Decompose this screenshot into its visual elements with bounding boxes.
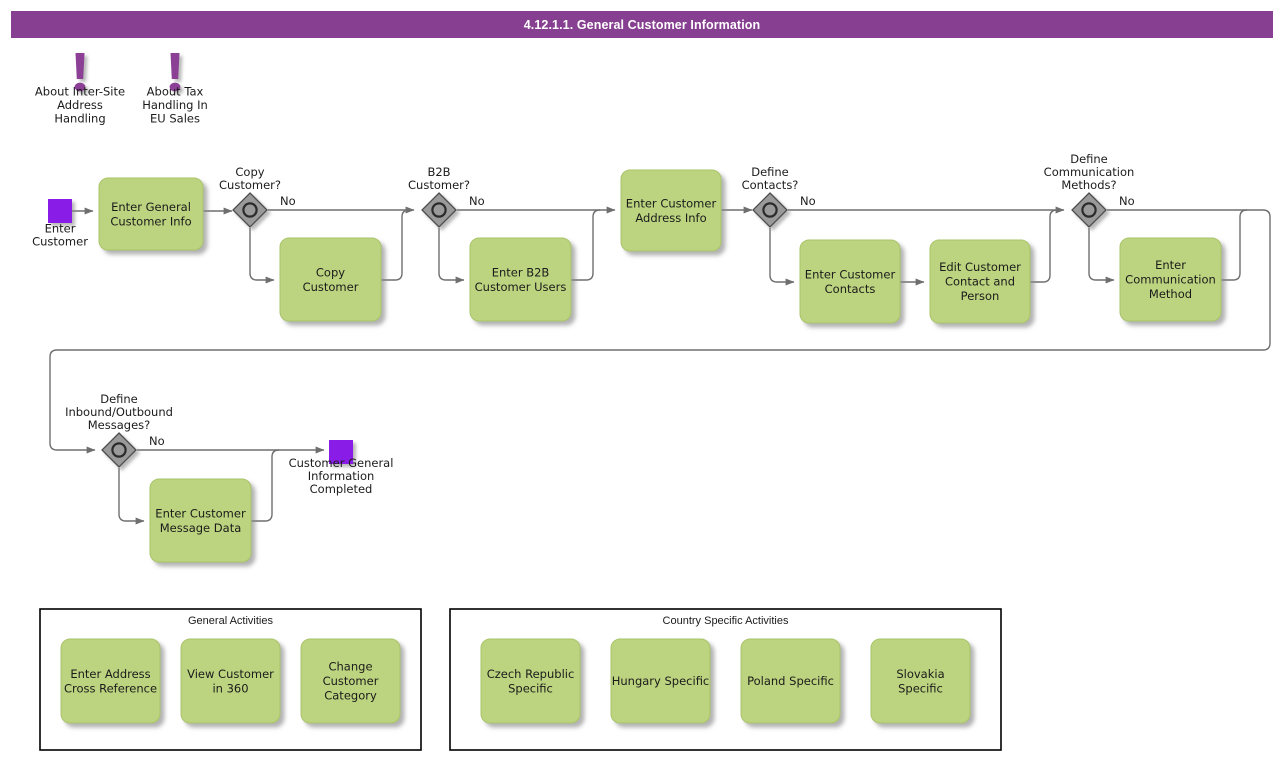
connector bbox=[769, 228, 795, 286]
task-hungary-specific[interactable]: Hungary Specific bbox=[610, 638, 711, 724]
gw-define-inbound-outbound-messages[interactable]: Define Inbound/Outbound Messages? No bbox=[65, 392, 173, 468]
task-label: Enter Customer Message Data bbox=[155, 506, 246, 535]
task-layer: Enter General Customer Info Copy Customer En… bbox=[60, 169, 1222, 724]
annotation-label: About Tax Handling In EU Sales bbox=[142, 84, 208, 125]
connector-layer bbox=[49, 206, 1271, 525]
connector bbox=[249, 228, 275, 284]
gateway-label: Define Communication Methods? bbox=[1044, 152, 1135, 192]
ann-tax-eu[interactable]: About Tax Handling In EU Sales bbox=[142, 53, 208, 125]
connector bbox=[1221, 209, 1248, 281]
annotation-label: About Inter-Site Address Handling bbox=[35, 84, 125, 125]
task-enter-customer-message-data[interactable]: Enter Customer Message Data bbox=[149, 478, 252, 563]
task-enter-communication-method[interactable]: Enter Communication Method bbox=[1119, 237, 1222, 322]
ann-inter-site[interactable]: About Inter-Site Address Handling bbox=[35, 53, 125, 125]
connector bbox=[571, 209, 601, 281]
gw-define-contacts[interactable]: Define Contacts?No bbox=[742, 165, 816, 228]
task-label: Enter Address Cross Reference bbox=[64, 666, 157, 695]
task-label: Poland Specific bbox=[747, 674, 834, 688]
branch-label: No bbox=[800, 194, 816, 208]
connector bbox=[1030, 209, 1058, 283]
group-title: Country Specific Activities bbox=[663, 615, 789, 627]
event-label: Enter Customer bbox=[32, 221, 88, 248]
task-enter-customer-address-info[interactable]: Enter Customer Address Info bbox=[620, 169, 722, 252]
event-label: Customer General Information Completed bbox=[289, 456, 394, 496]
gateway-label: Define Inbound/Outbound Messages? bbox=[65, 392, 173, 432]
task-enter-customer-contacts[interactable]: Enter Customer Contacts bbox=[799, 239, 901, 324]
branch-label: No bbox=[469, 194, 485, 208]
task-poland-specific[interactable]: Poland Specific bbox=[740, 638, 841, 724]
branch-label: No bbox=[149, 434, 165, 448]
task-edit-customer-contact-and-person[interactable]: Edit Customer Contact and Person bbox=[929, 239, 1031, 324]
start-enter-customer[interactable]: Enter Customer bbox=[32, 199, 88, 248]
diagram-root: 4.12.1.1. General Customer Information A… bbox=[0, 0, 1285, 760]
task-slovakia-specific[interactable]: Slovakia Specific bbox=[870, 638, 971, 724]
task-enter-b2b-customer-users[interactable]: Enter B2B Customer Users bbox=[469, 237, 572, 322]
gw-b2b-customer[interactable]: B2B Customer? No bbox=[408, 165, 485, 228]
annotation-layer: About Inter-Site Address Handling About Tax… bbox=[35, 53, 208, 125]
gateway-label: Copy Customer? bbox=[219, 165, 281, 192]
branch-label: No bbox=[1119, 194, 1135, 208]
gateway-label: Define Contacts? bbox=[742, 165, 799, 192]
gateway-label: B2B Customer? bbox=[408, 165, 470, 192]
task-change-customer-category[interactable]: Change Customer Category bbox=[300, 638, 401, 724]
connector bbox=[1088, 228, 1115, 284]
task-copy-customer[interactable]: Copy Customer bbox=[279, 237, 382, 322]
task-label: Slovakia Specific bbox=[896, 666, 944, 695]
group-title: General Activities bbox=[188, 615, 273, 627]
task-label: Enter General Customer Info bbox=[110, 199, 191, 228]
task-enter-address-cross-reference[interactable]: Enter Address Cross Reference bbox=[60, 638, 161, 724]
task-label: Hungary Specific bbox=[612, 674, 710, 688]
task-label: Enter Customer Address Info bbox=[626, 196, 717, 225]
gw-define-communication-methods[interactable]: Define Communication Methods? No bbox=[1044, 152, 1135, 228]
gw-copy-customer[interactable]: Copy Customer? No bbox=[219, 165, 296, 228]
task-view-customer-in-360[interactable]: View Customer in 360 bbox=[180, 638, 281, 724]
end-customer-general-information-completed[interactable]: Customer General Information Completed bbox=[289, 440, 394, 496]
connector bbox=[381, 209, 410, 281]
task-czech-republic-specific[interactable]: Czech Republic Specific bbox=[480, 638, 581, 724]
task-label: Change Customer Category bbox=[323, 659, 379, 702]
branch-label: No bbox=[280, 194, 296, 208]
task-enter-general-customer-info[interactable]: Enter General Customer Info bbox=[98, 177, 204, 251]
connector bbox=[251, 449, 280, 522]
process-diagram-canvas: About Inter-Site Address Handling About Tax… bbox=[32, 53, 1271, 751]
connector bbox=[438, 228, 465, 284]
connector bbox=[118, 468, 145, 525]
